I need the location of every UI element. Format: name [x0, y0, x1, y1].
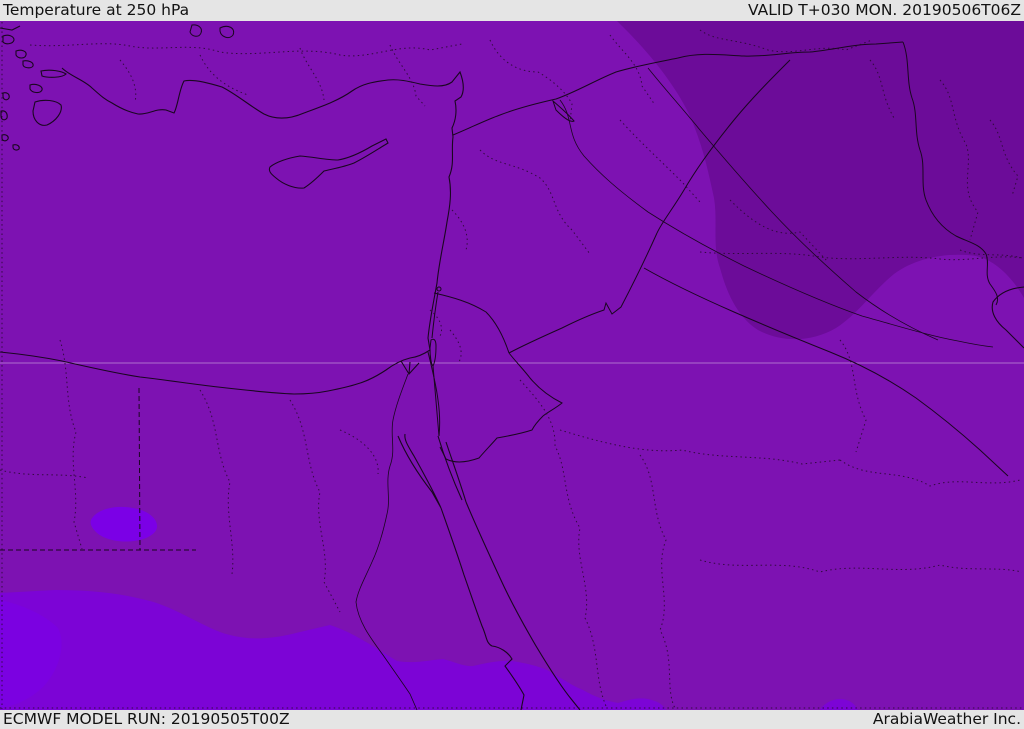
model-run-label: ECMWF MODEL RUN: 20190505T00Z — [3, 710, 290, 728]
header-bar: Temperature at 250 hPa VALID T+030 MON. … — [0, 0, 1024, 21]
weather-map-window: Temperature at 250 hPa VALID T+030 MON. … — [0, 0, 1024, 729]
temperature-shading — [0, 21, 1024, 710]
footer-bar: ECMWF MODEL RUN: 20190505T00Z ArabiaWeat… — [0, 710, 1024, 729]
valid-time-label: VALID T+030 MON. 20190506T06Z — [748, 1, 1021, 19]
weather-map — [0, 21, 1024, 710]
credit-label: ArabiaWeather Inc. — [872, 710, 1021, 728]
map-title: Temperature at 250 hPa — [3, 1, 190, 19]
